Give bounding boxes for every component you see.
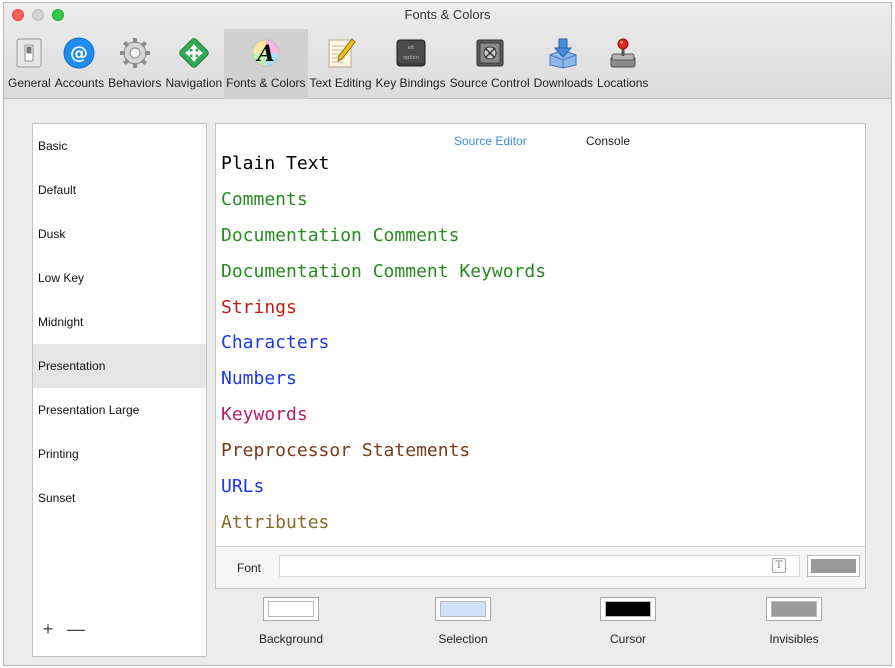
theme-item-default[interactable]: Default xyxy=(33,168,206,212)
syntax-item-attributes[interactable]: Attributes xyxy=(221,512,546,549)
background-well-label: Background xyxy=(258,632,324,646)
syntax-item-documentation-comment-keywords[interactable]: Documentation Comment Keywords xyxy=(221,261,546,298)
tab-locations[interactable]: Locations xyxy=(595,29,650,99)
switch-icon xyxy=(12,36,46,70)
cursor-color-swatch xyxy=(605,601,651,617)
tab-fonts-colors[interactable]: A Fonts & Colors xyxy=(224,29,308,99)
theme-item-midnight[interactable]: Midnight xyxy=(33,300,206,344)
tab-key-bindings[interactable]: alt option Key Bindings xyxy=(374,29,448,99)
tab-behaviors-label: Behaviors xyxy=(108,76,162,90)
svg-text:option: option xyxy=(403,55,419,61)
theme-item-sunset[interactable]: Sunset xyxy=(33,476,206,520)
font-bar: Font T xyxy=(216,546,865,588)
invisibles-color-well[interactable] xyxy=(766,597,822,621)
invisibles-color-swatch xyxy=(771,601,817,617)
joystick-icon xyxy=(606,36,640,70)
font-label: Font xyxy=(237,561,262,575)
syntax-item-urls[interactable]: URLs xyxy=(221,477,546,513)
theme-item-printing[interactable]: Printing xyxy=(33,432,206,476)
tab-accounts-label: Accounts xyxy=(54,76,105,90)
invisibles-well-group: Invisibles xyxy=(739,597,849,646)
cursor-well-group: Cursor xyxy=(573,597,683,646)
tab-source-editor[interactable]: Source Editor xyxy=(454,134,527,148)
theme-item-low-key[interactable]: Low Key xyxy=(33,256,206,300)
theme-item-presentation[interactable]: Presentation xyxy=(33,344,206,388)
navigation-arrows-icon xyxy=(177,36,211,70)
selection-well-label: Selection xyxy=(438,632,488,646)
tab-general[interactable]: General xyxy=(6,29,53,99)
tab-source-control[interactable]: Source Control xyxy=(448,29,532,99)
cursor-color-well[interactable] xyxy=(600,597,656,621)
tab-navigation-label: Navigation xyxy=(165,76,223,90)
font-field[interactable] xyxy=(279,555,800,577)
tab-source-control-label: Source Control xyxy=(449,76,530,90)
syntax-item-characters[interactable]: Characters xyxy=(221,333,546,369)
theme-item-presentation-large[interactable]: Presentation Large xyxy=(33,388,206,432)
remove-theme-button[interactable]: — xyxy=(67,619,85,640)
svg-text:A: A xyxy=(255,41,274,67)
tab-navigation[interactable]: Navigation xyxy=(163,29,224,99)
background-color-well[interactable] xyxy=(263,597,319,621)
font-color-swatch xyxy=(811,559,856,573)
download-box-icon xyxy=(546,36,580,70)
syntax-item-preprocessor-statements[interactable]: Preprocessor Statements xyxy=(221,441,546,477)
preferences-window: Fonts & Colors General @ Accounts Behavi… xyxy=(3,2,892,666)
fonts-colors-pane: Basic Default Dusk Low Key Midnight Pres… xyxy=(4,100,891,665)
font-picker-button[interactable]: T xyxy=(772,558,786,573)
vault-icon xyxy=(473,36,507,70)
syntax-item-documentation-comments[interactable]: Documentation Comments xyxy=(221,225,546,262)
syntax-item-strings[interactable]: Strings xyxy=(221,297,546,334)
at-sign-icon: @ xyxy=(62,36,96,70)
theme-list-actions: + — xyxy=(41,619,85,640)
selection-color-swatch xyxy=(440,601,486,617)
tab-behaviors[interactable]: Behaviors xyxy=(106,29,163,99)
background-well-group: Background xyxy=(236,597,346,646)
tab-fonts-colors-label: Fonts & Colors xyxy=(226,76,306,90)
background-color-swatch xyxy=(268,601,314,617)
syntax-item-plain-text[interactable]: Plain Text xyxy=(221,154,546,190)
tab-downloads-label: Downloads xyxy=(533,76,594,90)
svg-text:alt: alt xyxy=(407,45,413,51)
notepad-pencil-icon xyxy=(324,36,358,70)
syntax-item-keywords[interactable]: Keywords xyxy=(221,405,546,441)
tab-general-label: General xyxy=(8,76,51,90)
tab-console[interactable]: Console xyxy=(586,134,630,148)
selection-well-group: Selection xyxy=(408,597,518,646)
tab-key-bindings-label: Key Bindings xyxy=(375,76,446,90)
syntax-item-list: Plain Text Comments Documentation Commen… xyxy=(221,154,546,549)
syntax-editor-panel: Source Editor Console Plain Text Comment… xyxy=(215,123,866,589)
tab-locations-label: Locations xyxy=(597,76,649,90)
editor-tab-bar: Source Editor Console xyxy=(216,134,865,152)
tab-downloads[interactable]: Downloads xyxy=(532,29,595,99)
option-key-icon: alt option xyxy=(394,36,428,70)
window-title: Fonts & Colors xyxy=(404,7,491,22)
theme-list: Basic Default Dusk Low Key Midnight Pres… xyxy=(32,123,207,657)
selection-color-well[interactable] xyxy=(435,597,491,621)
add-theme-button[interactable]: + xyxy=(41,619,55,640)
title-bar: Fonts & Colors General @ Accounts Behavi… xyxy=(4,3,891,99)
theme-item-basic[interactable]: Basic xyxy=(33,124,206,168)
svg-text:@: @ xyxy=(70,43,88,64)
preferences-toolbar: General @ Accounts Behaviors Navigation … xyxy=(6,29,650,99)
font-color-well[interactable] xyxy=(807,555,860,577)
syntax-item-numbers[interactable]: Numbers xyxy=(221,369,546,405)
invisibles-well-label: Invisibles xyxy=(769,632,819,646)
tab-text-editing-label: Text Editing xyxy=(309,76,372,90)
tab-text-editing[interactable]: Text Editing xyxy=(308,29,374,99)
font-palette-icon: A xyxy=(249,36,283,70)
tab-accounts[interactable]: @ Accounts xyxy=(53,29,106,99)
syntax-item-comments[interactable]: Comments xyxy=(221,189,546,226)
color-wells: Background Selection Cursor Invisibles xyxy=(215,597,866,657)
cursor-well-label: Cursor xyxy=(609,632,646,646)
theme-item-dusk[interactable]: Dusk xyxy=(33,212,206,256)
gear-icon xyxy=(118,36,152,70)
